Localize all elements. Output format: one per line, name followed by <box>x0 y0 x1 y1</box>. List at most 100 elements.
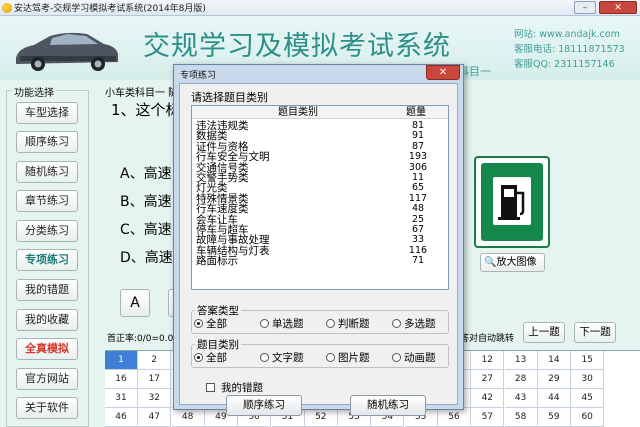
option-c[interactable]: C、高速 <box>120 219 172 239</box>
radio-option[interactable]: 动画题 <box>392 350 436 365</box>
next-question-button[interactable]: 下一题 <box>574 322 616 343</box>
qq-info: 客服QQ: 2311157146 <box>514 59 615 70</box>
question-number-cell[interactable]: 28 <box>504 370 538 389</box>
window-title-bar: 安达驾考-交规学习模拟考试系统(2014年8月版) – ✕ <box>0 0 640 16</box>
category-list[interactable]: 题目类别 题量 违法违规类 81 数据类 91 证件与资格 87 行车安全与文明 193 交通信… <box>191 105 449 290</box>
radio-label: 单选题 <box>272 318 304 330</box>
radio-indicator[interactable] <box>194 353 203 362</box>
close-button[interactable]: ✕ <box>599 1 637 14</box>
nav-button[interactable]: 官方网站 <box>16 368 78 390</box>
column-count: 题量 <box>406 107 426 118</box>
question-number-cell[interactable]: 45 <box>571 389 605 408</box>
question-number-cell[interactable]: 29 <box>537 370 571 389</box>
app-icon <box>2 3 12 13</box>
radio-label: 全部 <box>206 352 227 364</box>
car-image <box>16 32 118 71</box>
question-number-cell[interactable]: 31 <box>105 389 138 408</box>
radio-label: 判断题 <box>338 318 370 330</box>
question-number-cell[interactable]: 17 <box>138 370 172 389</box>
nav-button[interactable]: 全真模拟 <box>16 338 78 360</box>
radio-indicator[interactable] <box>260 319 269 328</box>
radio-label: 图片题 <box>338 352 370 364</box>
radio-option[interactable]: 全部 <box>194 350 227 365</box>
category-name[interactable]: 路面标示 <box>196 256 238 267</box>
radio-option[interactable]: 全部 <box>194 316 227 331</box>
nav-legend: 功能选择 <box>12 84 56 99</box>
accuracy-readout: 首正率:0/0=0.0 <box>107 334 174 344</box>
nav-button[interactable]: 关于软件 <box>16 397 78 419</box>
radio-indicator[interactable] <box>392 353 401 362</box>
question-number-cell[interactable]: 14 <box>537 351 571 370</box>
option-d[interactable]: D、高速 <box>120 247 173 267</box>
radio-indicator[interactable] <box>326 353 335 362</box>
radio-option[interactable]: 单选题 <box>260 316 304 331</box>
website-info: 网站: www.andajk.com <box>514 29 620 40</box>
special-practice-dialog: 专项练习 ✕ 请选择题目类别 题目类别 题量 违法违规类 81 数据类 91 证件与资格… <box>173 64 464 416</box>
question-number-cell[interactable]: 57 <box>471 408 505 427</box>
question-number-cell[interactable]: 60 <box>571 408 605 427</box>
zoom-image-button[interactable]: 🔍放大图像 <box>480 253 545 272</box>
phone-info: 客服电话: 18111871573 <box>514 44 625 55</box>
question-number-cell[interactable]: 12 <box>471 351 505 370</box>
wrong-only-label: 我的错题 <box>221 382 263 394</box>
question-number-cell[interactable]: 44 <box>537 389 571 408</box>
random-practice-button[interactable]: 随机练习 <box>350 395 426 416</box>
option-a[interactable]: A、高速 <box>120 163 172 183</box>
question-number-cell[interactable]: 56 <box>438 408 471 427</box>
question-number-cell[interactable]: 16 <box>105 370 138 389</box>
nav-button[interactable]: 我的错题 <box>16 279 78 301</box>
question-number-cell[interactable]: 27 <box>471 370 505 389</box>
question-sign-image <box>474 156 550 248</box>
dialog-body: 请选择题目类别 题目类别 题量 违法违规类 81 数据类 91 证件与资格 87 行车安全与… <box>179 83 458 416</box>
dialog-close-button[interactable]: ✕ <box>426 65 460 80</box>
dialog-title: 专项练习 <box>180 71 217 81</box>
nav-button[interactable]: 专项练习 <box>16 249 78 271</box>
answer-a-button[interactable]: A <box>120 289 150 317</box>
radio-option[interactable]: 文字题 <box>260 350 304 365</box>
radio-indicator[interactable] <box>326 319 335 328</box>
auto-jump-label: 答对自动跳转 <box>460 334 515 344</box>
question-number-cell[interactable]: 42 <box>471 389 505 408</box>
category-count: 71 <box>411 255 425 267</box>
radio-label: 多选题 <box>404 318 436 330</box>
category-prompt: 请选择题目类别 <box>191 91 268 104</box>
nav-button[interactable]: 我的收藏 <box>16 309 78 331</box>
nav-button[interactable]: 章节练习 <box>16 190 78 212</box>
radio-label: 文字题 <box>272 352 304 364</box>
question-number-cell[interactable]: 30 <box>571 370 605 389</box>
sequential-practice-button[interactable]: 顺序练习 <box>226 395 302 416</box>
system-title: 交规学习及模拟考试系统 <box>143 31 451 62</box>
minimize-button[interactable]: – <box>574 1 596 14</box>
question-number-cell[interactable]: 48 <box>171 408 205 427</box>
nav-button[interactable]: 分类练习 <box>16 220 78 242</box>
radio-indicator[interactable] <box>260 353 269 362</box>
question-text: 1、这个标 <box>111 101 181 119</box>
radio-option[interactable]: 图片题 <box>326 350 370 365</box>
question-number-cell[interactable]: 43 <box>504 389 538 408</box>
nav-button[interactable]: 随机练习 <box>16 161 78 183</box>
radio-option[interactable]: 判断题 <box>326 316 370 331</box>
radio-option[interactable]: 多选题 <box>392 316 436 331</box>
radio-label: 动画题 <box>404 352 436 364</box>
list-header: 题目类别 题量 <box>192 106 448 119</box>
wrong-only-checkbox[interactable] <box>206 383 215 392</box>
radio-indicator[interactable] <box>194 319 203 328</box>
prev-question-button[interactable]: 上一题 <box>523 322 565 343</box>
question-number-cell[interactable]: 47 <box>138 408 172 427</box>
question-number-cell[interactable]: 58 <box>504 408 538 427</box>
nav-button[interactable]: 车型选择 <box>16 102 78 124</box>
question-number-cell[interactable]: 2 <box>138 351 172 370</box>
question-number-cell[interactable]: 15 <box>571 351 605 370</box>
question-number-cell[interactable]: 59 <box>537 408 571 427</box>
nav-button[interactable]: 顺序练习 <box>16 131 78 153</box>
question-number-cell[interactable]: 52 <box>304 408 338 427</box>
radio-label: 全部 <box>206 318 227 330</box>
question-number-cell[interactable]: 32 <box>138 389 172 408</box>
radio-indicator[interactable] <box>392 319 401 328</box>
window-title: 安达驾考-交规学习模拟考试系统(2014年8月版) <box>14 4 206 14</box>
option-b[interactable]: B、高速 <box>120 191 172 211</box>
column-category: 题目类别 <box>278 107 318 118</box>
question-number-cell[interactable]: 46 <box>105 408 138 427</box>
question-number-cell[interactable]: 1 <box>105 351 138 370</box>
question-number-cell[interactable]: 13 <box>504 351 538 370</box>
